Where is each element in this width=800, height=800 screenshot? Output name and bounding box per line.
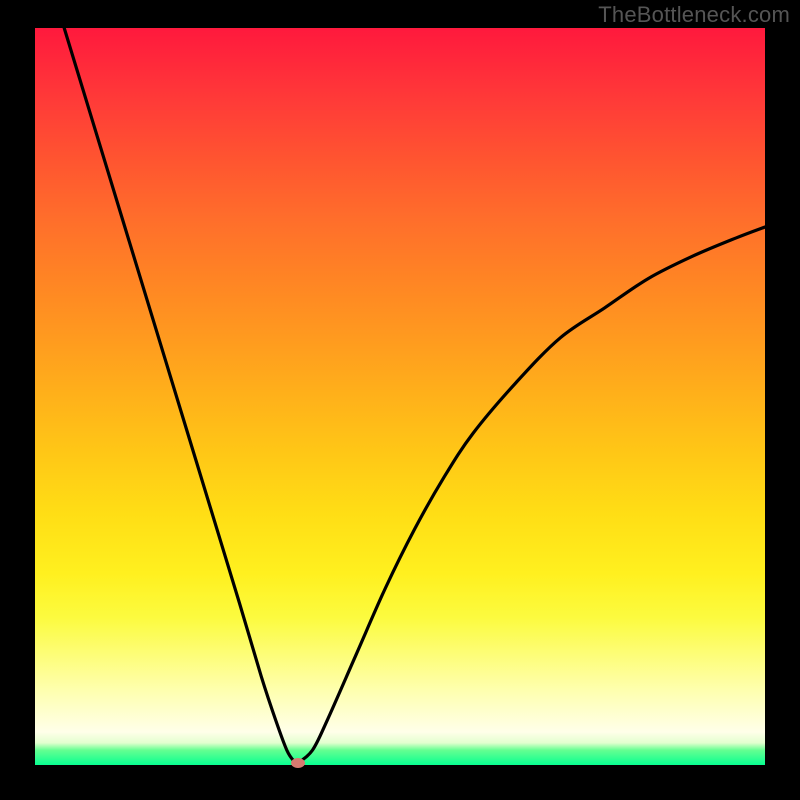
watermark-text: TheBottleneck.com bbox=[598, 2, 790, 28]
chart-container: TheBottleneck.com bbox=[0, 0, 800, 800]
bottleneck-curve bbox=[64, 28, 765, 764]
curve-svg bbox=[35, 28, 765, 765]
optimal-point-marker bbox=[291, 758, 305, 768]
plot-area bbox=[35, 28, 765, 765]
